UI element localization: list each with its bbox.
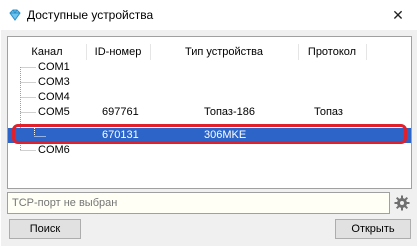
table-row-selected[interactable]: 670131 306MKE [8, 128, 411, 143]
devices-tree[interactable]: Канал ID-номер Тип устройства Протокол C… [7, 36, 412, 189]
channel-cell: COM4 [38, 91, 70, 103]
table-row[interactable]: COM5 697761 Топаз-186 Топаз [8, 105, 411, 120]
id-cell: 697761 [102, 106, 139, 118]
table-row[interactable]: COM3 [8, 75, 411, 90]
table-row[interactable]: COM1 [8, 60, 411, 75]
channel-cell: COM5 [38, 106, 70, 118]
tcp-port-input[interactable] [7, 192, 390, 214]
close-button[interactable]: ✕ [378, 0, 418, 30]
table-row[interactable]: COM6 [8, 143, 411, 158]
type-cell: Топаз-186 [204, 106, 255, 118]
gear-icon[interactable] [392, 193, 412, 213]
id-cell: 670131 [102, 129, 139, 141]
dialog-body: Канал ID-номер Тип устройства Протокол C… [1, 30, 417, 246]
search-button[interactable]: Поиск [9, 219, 81, 239]
column-header-type[interactable]: Тип устройства [150, 44, 299, 60]
type-cell: 306MKE [204, 129, 247, 141]
open-button[interactable]: Открыть [335, 219, 411, 239]
diamond-icon [8, 8, 22, 22]
channel-cell: COM1 [38, 61, 70, 73]
column-header-protocol[interactable]: Протокол [298, 44, 367, 60]
column-header-channel[interactable]: Канал [8, 44, 87, 60]
table-header: Канал ID-номер Тип устройства Протокол [8, 44, 411, 60]
title-bar: Доступные устройства ✕ [0, 0, 418, 30]
channel-cell: COM6 [38, 144, 70, 156]
tree-branch-line [34, 128, 46, 137]
channel-cell: COM3 [38, 76, 70, 88]
tcp-port-row [7, 192, 412, 214]
protocol-cell: Топаз [314, 106, 343, 118]
window-title: Доступные устройства [27, 8, 154, 22]
column-header-id[interactable]: ID-номер [86, 44, 151, 60]
table-row[interactable]: COM4 [8, 90, 411, 105]
